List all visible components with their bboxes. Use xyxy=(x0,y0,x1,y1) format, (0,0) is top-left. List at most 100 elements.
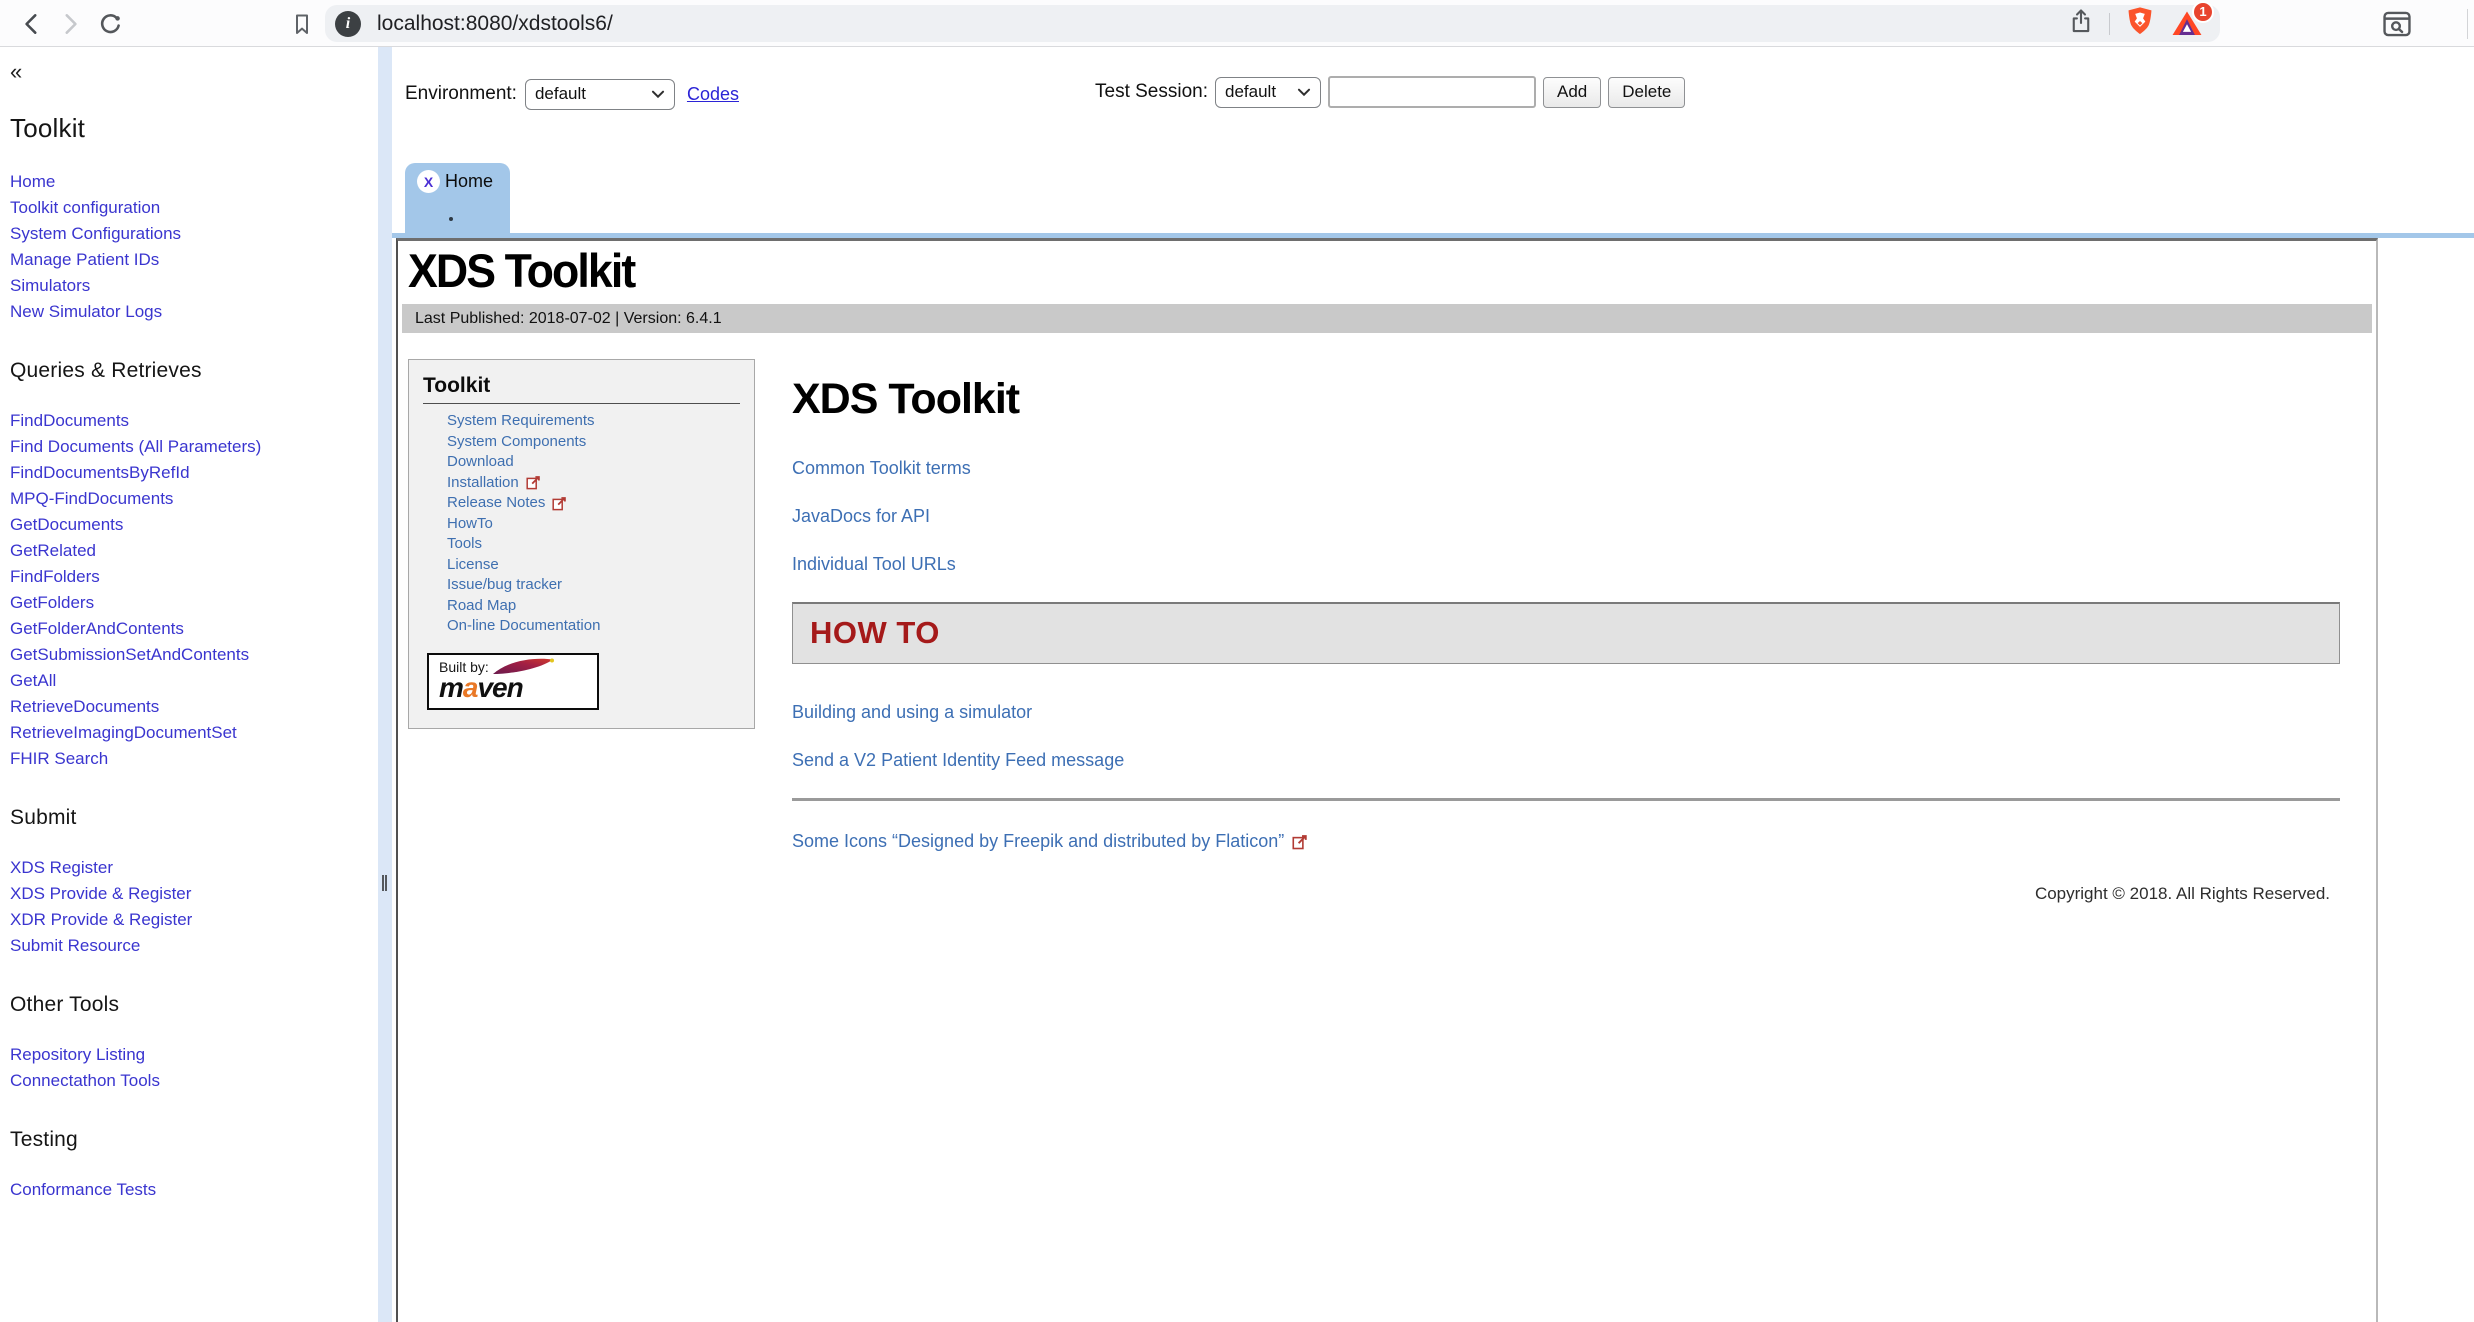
toolkit-box-links: System RequirementsSystem ComponentsDown… xyxy=(447,411,740,637)
test-session-group: Test Session: default Add Delete xyxy=(1095,75,1685,109)
sidebar-item-new-simulator-logs[interactable]: New Simulator Logs xyxy=(10,299,372,325)
toolkit-row: Issue/bug tracker xyxy=(447,575,740,596)
toolkit-row: System Requirements xyxy=(447,411,740,432)
browser-chrome: i localhost:8080/xdstools6/ 1 xyxy=(0,0,2474,47)
sidebar-heading-submit: Submit xyxy=(10,806,372,830)
content-link-javadocs-for-api[interactable]: JavaDocs for API xyxy=(792,506,2340,527)
sidebar-item-repository-listing[interactable]: Repository Listing xyxy=(10,1042,372,1068)
sidebar-nav: ToolkitHomeToolkit configurationSystem C… xyxy=(10,113,372,1203)
howto-link-building-and-using-a-simulator[interactable]: Building and using a simulator xyxy=(792,702,2340,723)
toolkit-link-issue-bug-tracker[interactable]: Issue/bug tracker xyxy=(447,575,562,596)
brave-shield-icon[interactable] xyxy=(2124,4,2156,43)
delete-button[interactable]: Delete xyxy=(1608,77,1685,108)
sidebar-item-retrievedocuments[interactable]: RetrieveDocuments xyxy=(10,694,372,720)
toolkit-row: HowTo xyxy=(447,514,740,535)
toolkit-link-tools[interactable]: Tools xyxy=(447,534,482,555)
sidebar-item-system-configurations[interactable]: System Configurations xyxy=(10,221,372,247)
copyright: Copyright © 2018. All Rights Reserved. xyxy=(792,884,2340,904)
sidebar-item-toolkit-configuration[interactable]: Toolkit configuration xyxy=(10,195,372,221)
url-bar[interactable]: i localhost:8080/xdstools6/ 1 xyxy=(325,5,2220,42)
test-session-select[interactable]: default xyxy=(1215,77,1321,108)
sidebar-item-find-documents-all-parameters[interactable]: Find Documents (All Parameters) xyxy=(10,434,372,460)
maven-logo[interactable]: Built by: maven xyxy=(427,653,599,710)
sidebar-links: Repository ListingConnectathon Tools xyxy=(10,1042,372,1094)
tab-home-content: X Home xyxy=(405,163,510,193)
sidebar-section-queries-retrieves: Queries & Retrieves FindDocumentsFind Doc… xyxy=(10,359,372,772)
sidebar-item-xds-register[interactable]: XDS Register xyxy=(10,855,372,881)
maven-wordmark: maven xyxy=(439,674,589,702)
toolkit-link-installation[interactable]: Installation xyxy=(447,473,519,494)
toolkit-row: Release Notes xyxy=(447,493,740,514)
sidebar-item-simulators[interactable]: Simulators xyxy=(10,273,372,299)
close-tab-icon[interactable]: X xyxy=(417,170,440,193)
toolkit-link-on-line-documentation[interactable]: On-line Documentation xyxy=(447,616,600,637)
sidebar-item-home[interactable]: Home xyxy=(10,169,372,195)
sidebar-item-findfolders[interactable]: FindFolders xyxy=(10,564,372,590)
sidebar-item-finddocuments[interactable]: FindDocuments xyxy=(10,408,372,434)
test-session-input[interactable] xyxy=(1328,76,1536,108)
toolkit-link-download[interactable]: Download xyxy=(447,452,514,473)
sidebar-heading-queries-retrieves: Queries & Retrieves xyxy=(10,359,372,383)
page-title: XDS Toolkit xyxy=(408,243,634,298)
sidebar-item-submit-resource[interactable]: Submit Resource xyxy=(10,933,372,959)
external-link-icon xyxy=(552,496,567,511)
toolkit-row: Road Map xyxy=(447,596,740,617)
brave-rewards-icon[interactable]: 1 xyxy=(2170,7,2204,41)
tab-search-icon[interactable] xyxy=(2380,7,2414,41)
howto-link-send-a-v2-patient-identity-feed-message[interactable]: Send a V2 Patient Identity Feed message xyxy=(792,750,2340,771)
sidebar-splitter[interactable] xyxy=(378,47,392,1322)
sidebar-item-mpq-finddocuments[interactable]: MPQ-FindDocuments xyxy=(10,486,372,512)
toolkit-row: Installation xyxy=(447,473,740,494)
rewards-badge: 1 xyxy=(2192,1,2214,23)
reload-button[interactable] xyxy=(94,8,126,40)
toolkit-link-release-notes[interactable]: Release Notes xyxy=(447,493,545,514)
toolkit-link-system-components[interactable]: System Components xyxy=(447,432,586,453)
external-link-icon xyxy=(526,475,541,490)
toolkit-row: Tools xyxy=(447,534,740,555)
toolkit-link-license[interactable]: License xyxy=(447,555,499,576)
sidebar-section-testing: TestingConformance Tests xyxy=(10,1128,372,1203)
sidebar-collapse-button[interactable]: « xyxy=(10,59,34,85)
environment-select[interactable]: default xyxy=(525,79,675,110)
sidebar-item-getrelated[interactable]: GetRelated xyxy=(10,538,372,564)
content-link-individual-tool-urls[interactable]: Individual Tool URLs xyxy=(792,554,2340,575)
test-session-value: default xyxy=(1225,82,1276,102)
attribution-link[interactable]: Some Icons “Designed by Freepik and dist… xyxy=(792,831,1284,852)
sidebar-item-fhir-search[interactable]: FHIR Search xyxy=(10,746,372,772)
tab-home[interactable]: X Home xyxy=(405,163,510,233)
forward-button[interactable] xyxy=(54,8,86,40)
sidebar-item-getdocuments[interactable]: GetDocuments xyxy=(10,512,372,538)
url-text: localhost:8080/xdstools6/ xyxy=(377,12,613,36)
back-button[interactable] xyxy=(16,8,48,40)
sidebar-item-xdr-provide-register[interactable]: XDR Provide & Register xyxy=(10,907,372,933)
content-link-common-toolkit-terms[interactable]: Common Toolkit terms xyxy=(792,458,2340,479)
toolkit-link-road-map[interactable]: Road Map xyxy=(447,596,516,617)
sidebar-item-xds-provide-register[interactable]: XDS Provide & Register xyxy=(10,881,372,907)
toolkit-row: Download xyxy=(447,452,740,473)
sidebar-item-manage-patient-ids[interactable]: Manage Patient IDs xyxy=(10,247,372,273)
environment-group: Environment: default Codes xyxy=(405,77,739,111)
codes-link[interactable]: Codes xyxy=(687,84,739,105)
sidebar-item-getfolderandcontents[interactable]: GetFolderAndContents xyxy=(10,616,372,642)
toolkit-link-howto[interactable]: HowTo xyxy=(447,514,493,535)
bookmark-icon[interactable] xyxy=(286,8,318,40)
attribution-row: Some Icons “Designed by Freepik and dist… xyxy=(792,831,2340,852)
sidebar-item-conformance-tests[interactable]: Conformance Tests xyxy=(10,1177,372,1203)
toolkit-link-system-requirements[interactable]: System Requirements xyxy=(447,411,595,432)
toolkit-box: Toolkit System RequirementsSystem Compon… xyxy=(408,359,755,729)
sidebar-links: HomeToolkit configurationSystem Configur… xyxy=(10,169,372,325)
published-bar: Last Published: 2018-07-02 | Version: 6.… xyxy=(402,304,2372,333)
add-button[interactable]: Add xyxy=(1543,77,1601,108)
toolbar-divider xyxy=(2467,9,2468,39)
sidebar-item-finddocumentsbyrefid[interactable]: FindDocumentsByRefId xyxy=(10,460,372,486)
sidebar-item-getfolders[interactable]: GetFolders xyxy=(10,590,372,616)
main-title: XDS Toolkit xyxy=(792,375,2340,424)
sidebar-item-getall[interactable]: GetAll xyxy=(10,668,372,694)
sidebar-item-retrieveimagingdocumentset[interactable]: RetrieveImagingDocumentSet xyxy=(10,720,372,746)
sidebar-item-getsubmissionsetandcontents[interactable]: GetSubmissionSetAndContents xyxy=(10,642,372,668)
site-info-icon[interactable]: i xyxy=(335,11,361,37)
sidebar-section-other-tools: Other ToolsRepository ListingConnectatho… xyxy=(10,993,372,1094)
sidebar-item-connectathon-tools[interactable]: Connectathon Tools xyxy=(10,1068,372,1094)
share-icon[interactable] xyxy=(2067,6,2095,41)
splitter-grip-icon[interactable] xyxy=(382,875,387,891)
